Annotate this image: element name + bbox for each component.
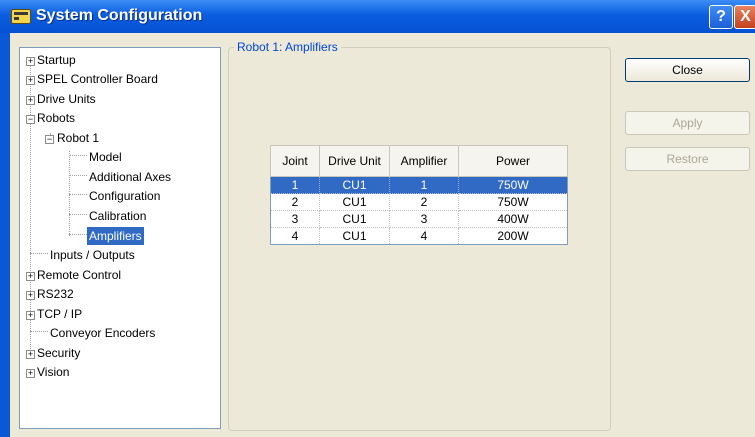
collapse-robot-1-icon[interactable]: −: [45, 135, 54, 144]
tree-item-inputs-outputs[interactable]: Inputs / Outputs: [50, 246, 135, 264]
expand-drive-units-icon[interactable]: +: [26, 96, 35, 105]
cell-amplifier: 3: [389, 210, 459, 228]
tree-item-tcp-ip[interactable]: TCP / IP: [37, 305, 82, 323]
cell-power: 750W: [458, 193, 568, 211]
tree-item-spel-controller-board[interactable]: SPEL Controller Board: [37, 70, 158, 88]
amplifiers-table[interactable]: Joint Drive Unit Amplifier Power 1 CU1 1…: [270, 145, 568, 245]
cell-joint: 2: [270, 193, 320, 211]
tree-item-configuration[interactable]: Configuration: [89, 187, 160, 205]
help-button[interactable]: ?: [709, 5, 733, 29]
configuration-tree[interactable]: + Startup + SPEL Controller Board + Driv…: [19, 47, 221, 429]
column-header-drive-unit[interactable]: Drive Unit: [319, 145, 390, 177]
cell-drive-unit: CU1: [319, 227, 390, 245]
restore-button[interactable]: Restore: [625, 147, 750, 171]
tree-item-calibration[interactable]: Calibration: [89, 207, 146, 225]
cell-joint: 3: [270, 210, 320, 228]
group-title: Robot 1: Amplifiers: [234, 40, 341, 54]
cell-amplifier: 2: [389, 193, 459, 211]
cell-drive-unit: CU1: [319, 176, 390, 194]
tree-item-drive-units[interactable]: Drive Units: [37, 90, 96, 108]
table-row[interactable]: 4 CU1 4 200W: [270, 227, 568, 245]
column-header-amplifier[interactable]: Amplifier: [389, 145, 459, 177]
tree-item-robot-1[interactable]: Robot 1: [57, 129, 99, 147]
expand-remote-control-icon[interactable]: +: [26, 272, 35, 281]
app-icon: [11, 9, 31, 24]
cell-power: 750W: [458, 176, 568, 194]
expand-spel-controller-board-icon[interactable]: +: [26, 76, 35, 85]
close-window-button[interactable]: X: [734, 5, 755, 29]
table-row[interactable]: 3 CU1 3 400W: [270, 210, 568, 228]
cell-amplifier: 4: [389, 227, 459, 245]
tree-item-startup[interactable]: Startup: [37, 51, 76, 69]
cell-amplifier: 1: [389, 176, 459, 194]
tree-item-rs232[interactable]: RS232: [37, 285, 74, 303]
cell-joint: 4: [270, 227, 320, 245]
tree-item-additional-axes[interactable]: Additional Axes: [89, 168, 171, 186]
tree-item-amplifiers[interactable]: Amplifiers: [87, 227, 144, 245]
tree-item-robots[interactable]: Robots: [37, 109, 75, 127]
cell-joint: 1: [270, 176, 320, 194]
window-title: System Configuration: [36, 7, 203, 24]
expand-vision-icon[interactable]: +: [26, 369, 35, 378]
expand-tcp-ip-icon[interactable]: +: [26, 311, 35, 320]
tree-item-remote-control[interactable]: Remote Control: [37, 266, 121, 284]
cell-power: 400W: [458, 210, 568, 228]
tree-item-model[interactable]: Model: [89, 148, 122, 166]
tree-item-security[interactable]: Security: [37, 344, 80, 362]
collapse-robots-icon[interactable]: −: [26, 115, 35, 124]
table-row[interactable]: 2 CU1 2 750W: [270, 193, 568, 211]
table-row[interactable]: 1 CU1 1 750W: [270, 176, 568, 194]
system-configuration-window: System Configuration ? X + Startup + SPE…: [0, 0, 755, 437]
column-header-power[interactable]: Power: [458, 145, 568, 177]
column-header-joint[interactable]: Joint: [270, 145, 320, 177]
apply-button[interactable]: Apply: [625, 111, 750, 135]
close-button[interactable]: Close: [625, 58, 750, 82]
title-bar[interactable]: System Configuration ? X: [0, 0, 755, 33]
table-header-row: Joint Drive Unit Amplifier Power: [270, 145, 568, 177]
expand-security-icon[interactable]: +: [26, 350, 35, 359]
cell-power: 200W: [458, 227, 568, 245]
expand-startup-icon[interactable]: +: [26, 57, 35, 66]
cell-drive-unit: CU1: [319, 193, 390, 211]
tree-item-conveyor-encoders[interactable]: Conveyor Encoders: [50, 324, 155, 342]
cell-drive-unit: CU1: [319, 210, 390, 228]
tree-item-vision[interactable]: Vision: [37, 363, 69, 381]
expand-rs232-icon[interactable]: +: [26, 291, 35, 300]
